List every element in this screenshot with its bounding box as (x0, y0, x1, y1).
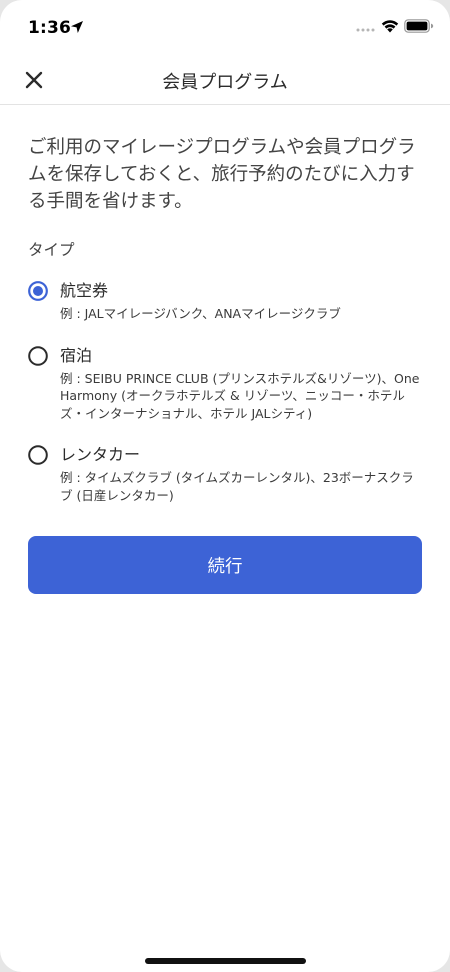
type-label: タイプ (28, 241, 75, 259)
home-indicator (145, 958, 306, 964)
option-example: 例 : タイムズクラブ (タイムズカーレンタル)、23ボーナスクラブ (日産レン… (60, 470, 414, 503)
status-bar: 1:36 (0, 0, 450, 56)
location-arrow-icon (71, 21, 83, 33)
page-title: 会員プログラム (162, 72, 288, 93)
radio-selected-icon[interactable] (28, 281, 48, 301)
option-title: 宿泊 (60, 345, 93, 365)
radio-unselected-icon[interactable] (28, 345, 48, 366)
main-content: ご利用のマイレージプログラムや会員プログラムを保存しておくと、旅行予約のたびに入… (28, 105, 422, 594)
nav-bar: 会員プログラム (0, 56, 450, 105)
option-example: 例 : SEIBU PRINCE CLUB (プリンスホテルズ&リゾーツ)、On… (60, 370, 420, 421)
wifi-icon (381, 20, 399, 33)
option-hotel[interactable]: 宿泊 例 : SEIBU PRINCE CLUB (プリンスホテルズ&リゾーツ)… (28, 345, 422, 423)
continue-button[interactable]: 続行 (28, 536, 422, 594)
radio-unselected-icon[interactable] (28, 445, 48, 465)
option-example: 例 : JALマイレージバンク、ANAマイレージクラブ (60, 306, 341, 321)
app-screen: 1:36 会員プログラム ご利用のマイレージプログラムや会員プログラムを保存して… (0, 0, 450, 972)
status-time: 1:36 (28, 18, 72, 38)
cellular-signal-icon (356, 28, 375, 32)
membership-type-options: 航空券 例 : JALマイレージバンク、ANAマイレージクラブ 宿泊 例 : S… (28, 280, 422, 504)
option-rental-car[interactable]: レンタカー 例 : タイムズクラブ (タイムズカーレンタル)、23ボーナスクラブ… (28, 444, 422, 504)
option-title: レンタカー (60, 445, 141, 464)
option-airline[interactable]: 航空券 例 : JALマイレージバンク、ANAマイレージクラブ (28, 280, 422, 323)
battery-icon (404, 19, 434, 33)
option-title: 航空券 (60, 281, 109, 300)
intro-text: ご利用のマイレージプログラムや会員プログラムを保存しておくと、旅行予約のたびに入… (28, 137, 416, 212)
